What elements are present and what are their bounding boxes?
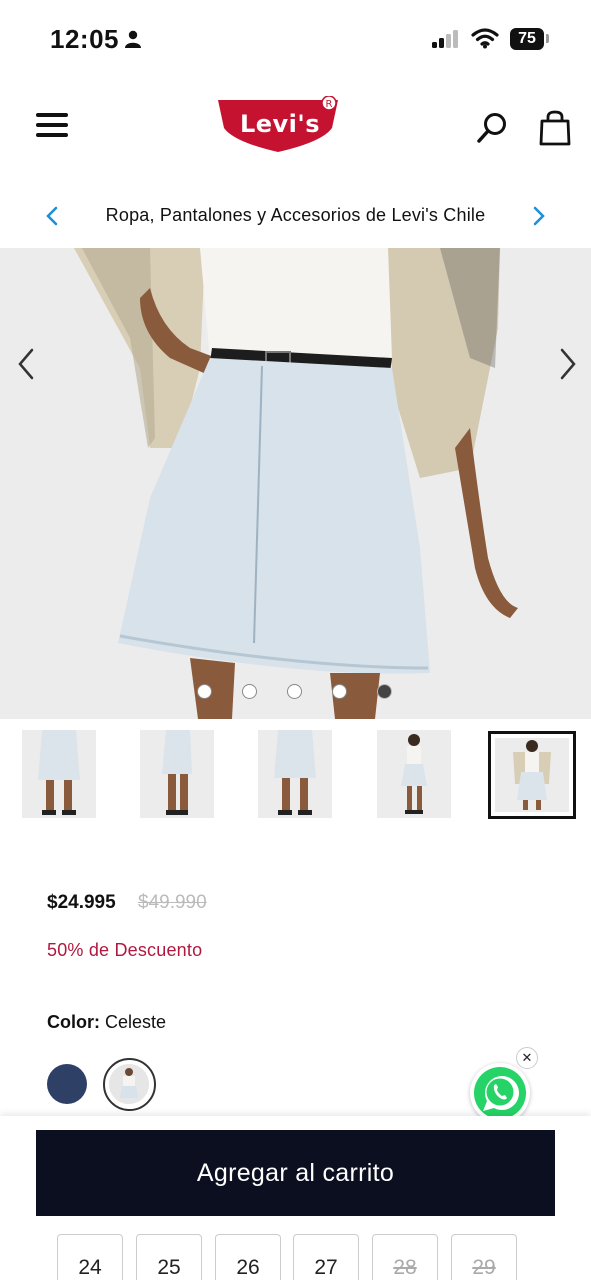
next-image-icon[interactable]	[552, 344, 582, 384]
header: R Levi's	[0, 78, 591, 178]
whatsapp-icon	[474, 1067, 526, 1119]
gallery-dot[interactable]	[332, 684, 347, 699]
thumbnail-strip	[0, 730, 591, 822]
product-photo-illustration	[0, 248, 591, 719]
size-option[interactable]: 27	[293, 1234, 359, 1280]
logo-text: Levi's	[239, 110, 321, 138]
gallery-dot[interactable]	[242, 684, 257, 699]
discount-label: 50% de Descuento	[47, 940, 203, 960]
size-option-unavailable: 28	[372, 1234, 438, 1280]
color-swatch-celeste[interactable]	[103, 1058, 156, 1111]
thumbnail-active[interactable]	[488, 731, 576, 819]
color-swatch-navy[interactable]	[47, 1064, 87, 1104]
color-label: Color: Celeste	[47, 1012, 166, 1033]
menu-icon[interactable]	[36, 111, 68, 139]
size-option[interactable]: 25	[136, 1234, 202, 1280]
purchase-sheet: Agregar al carrito 24 25 26 27 28 29	[0, 1116, 591, 1280]
add-to-cart-button[interactable]: Agregar al carrito	[36, 1130, 555, 1216]
battery-indicator: 75	[510, 28, 544, 50]
thumbnail[interactable]	[258, 730, 332, 818]
gallery-dot[interactable]	[287, 684, 302, 699]
color-value: Celeste	[105, 1012, 167, 1032]
size-option[interactable]: 26	[215, 1234, 281, 1280]
person-icon	[125, 30, 141, 48]
original-price: $49.990	[138, 892, 207, 913]
gallery-dots	[0, 684, 591, 702]
promo-banner: Ropa, Pantalones y Accesorios de Levi's …	[0, 188, 591, 246]
battery-tip	[546, 34, 549, 43]
close-icon[interactable]: ✕	[516, 1047, 538, 1069]
size-option-unavailable: 29	[451, 1234, 517, 1280]
shopping-bag-icon[interactable]	[538, 110, 572, 146]
thumbnail[interactable]	[140, 730, 214, 818]
levis-logo[interactable]: R Levi's	[216, 95, 340, 154]
previous-image-icon[interactable]	[12, 344, 42, 384]
wifi-icon	[471, 28, 499, 49]
product-image[interactable]	[0, 248, 591, 719]
color-label-title: Color:	[47, 1012, 100, 1032]
thumbnail[interactable]	[22, 730, 96, 818]
product-price: $24.995	[47, 892, 116, 913]
swatch-thumbnail	[109, 1064, 149, 1104]
signal-icon	[432, 30, 462, 48]
size-selector: 24 25 26 27 28 29	[0, 1234, 591, 1280]
svg-text:R: R	[326, 99, 333, 110]
whatsapp-button[interactable]	[470, 1063, 530, 1123]
status-bar: 12:05 75	[0, 0, 591, 78]
size-option[interactable]: 24	[57, 1234, 123, 1280]
promo-text[interactable]: Ropa, Pantalones y Accesorios de Levi's …	[0, 205, 591, 226]
gallery-dot-active[interactable]	[377, 684, 392, 699]
chevron-right-icon[interactable]	[529, 204, 549, 228]
status-time: 12:05	[50, 24, 119, 54]
search-icon[interactable]	[476, 111, 510, 145]
thumbnail[interactable]	[377, 730, 451, 818]
gallery-dot[interactable]	[197, 684, 212, 699]
